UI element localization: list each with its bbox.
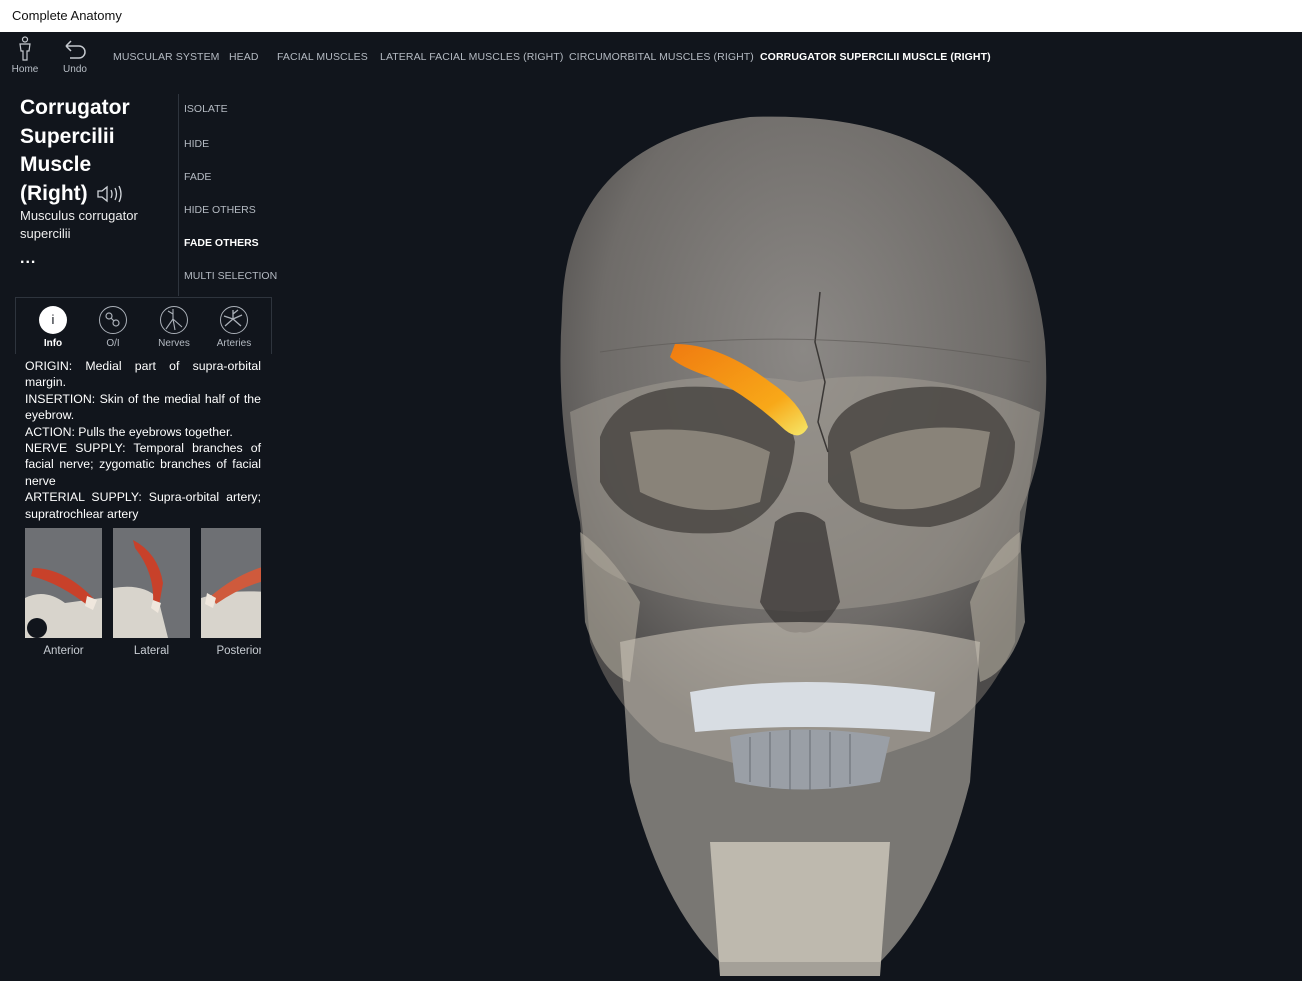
undo-icon xyxy=(65,40,86,59)
divider xyxy=(178,94,179,296)
thumbnail-lateral-label: Lateral xyxy=(133,645,170,657)
breadcrumb-muscular-system[interactable]: MUSCULAR SYSTEM xyxy=(113,51,220,63)
skull-model[interactable] xyxy=(560,116,1047,976)
home-button[interactable]: Home xyxy=(5,36,45,75)
arteries-icon xyxy=(220,306,248,334)
undo-label: Undo xyxy=(63,64,87,75)
home-label: Home xyxy=(11,64,39,75)
person-icon xyxy=(19,36,31,61)
top-nav-bar: Home Undo MUSCULAR SYSTEM HEAD FACIAL MU… xyxy=(0,32,1302,82)
info-tabs: i Info O/I Nerves Arteries xyxy=(15,297,272,354)
hide-button[interactable]: HIDE xyxy=(184,138,209,150)
thumbnail-lateral[interactable] xyxy=(113,528,190,638)
tab-info[interactable]: i Info xyxy=(25,306,81,349)
action-text: ACTION: Pulls the eyebrows together. xyxy=(25,424,233,439)
latin-name: Musculus corrugator supercilii xyxy=(20,208,138,241)
thumbnail-posterior[interactable] xyxy=(201,528,261,638)
window-title: Complete Anatomy xyxy=(12,8,122,23)
breadcrumb-circumorbital-muscles[interactable]: CIRCUMORBITAL MUSCLES (RIGHT) xyxy=(569,51,754,63)
nerves-icon xyxy=(160,306,188,334)
multi-selection-button[interactable]: MULTI SELECTION xyxy=(184,270,277,282)
thumbnail-posterior-label: Posterior xyxy=(216,645,261,657)
origin-insertion-icon xyxy=(99,306,127,334)
thumbnail-anterior[interactable] xyxy=(25,528,102,638)
nerve-supply-text: NERVE SUPPLY: Temporal branches of facia… xyxy=(25,441,261,488)
structure-title: Corrugator Supercilii Muscle (Right) xyxy=(20,94,170,212)
fade-button[interactable]: FADE xyxy=(184,171,211,183)
isolate-button[interactable]: ISOLATE xyxy=(184,103,228,115)
3d-viewport[interactable] xyxy=(280,82,1302,976)
view-thumbnails: Anterior Lateral Posterior xyxy=(25,528,261,668)
breadcrumb-facial-muscles[interactable]: FACIAL MUSCLES xyxy=(277,51,368,63)
arterial-supply-text: ARTERIAL SUPPLY: Supra-orbital artery; s… xyxy=(25,490,261,521)
hide-others-button[interactable]: HIDE OTHERS xyxy=(184,204,256,216)
breadcrumb-corrugator-supercilii[interactable]: CORRUGATOR SUPERCILII MUSCLE (RIGHT) xyxy=(760,51,991,63)
breadcrumb-head[interactable]: HEAD xyxy=(229,51,259,63)
origin-text: ORIGIN: Medial part of supra-orbital mar… xyxy=(25,359,261,390)
insertion-text: INSERTION: Skin of the medial half of th… xyxy=(25,391,261,423)
info-icon: i xyxy=(39,306,67,334)
breadcrumb-lateral-facial-muscles[interactable]: LATERAL FACIAL MUSCLES (RIGHT) xyxy=(380,51,563,63)
fade-others-button[interactable]: FADE OTHERS xyxy=(184,237,259,249)
tab-arteries[interactable]: Arteries xyxy=(206,306,262,349)
thumbnail-anterior-label: Anterior xyxy=(43,645,84,657)
tab-nerves[interactable]: Nerves xyxy=(146,306,202,349)
tab-origin-insertion[interactable]: O/I xyxy=(85,306,141,349)
info-panel: ORIGIN: Medial part of supra-orbital mar… xyxy=(25,358,261,522)
more-options-button[interactable]: ... xyxy=(20,250,36,268)
undo-button[interactable]: Undo xyxy=(55,36,95,75)
title-bar: Complete Anatomy xyxy=(0,0,1302,32)
